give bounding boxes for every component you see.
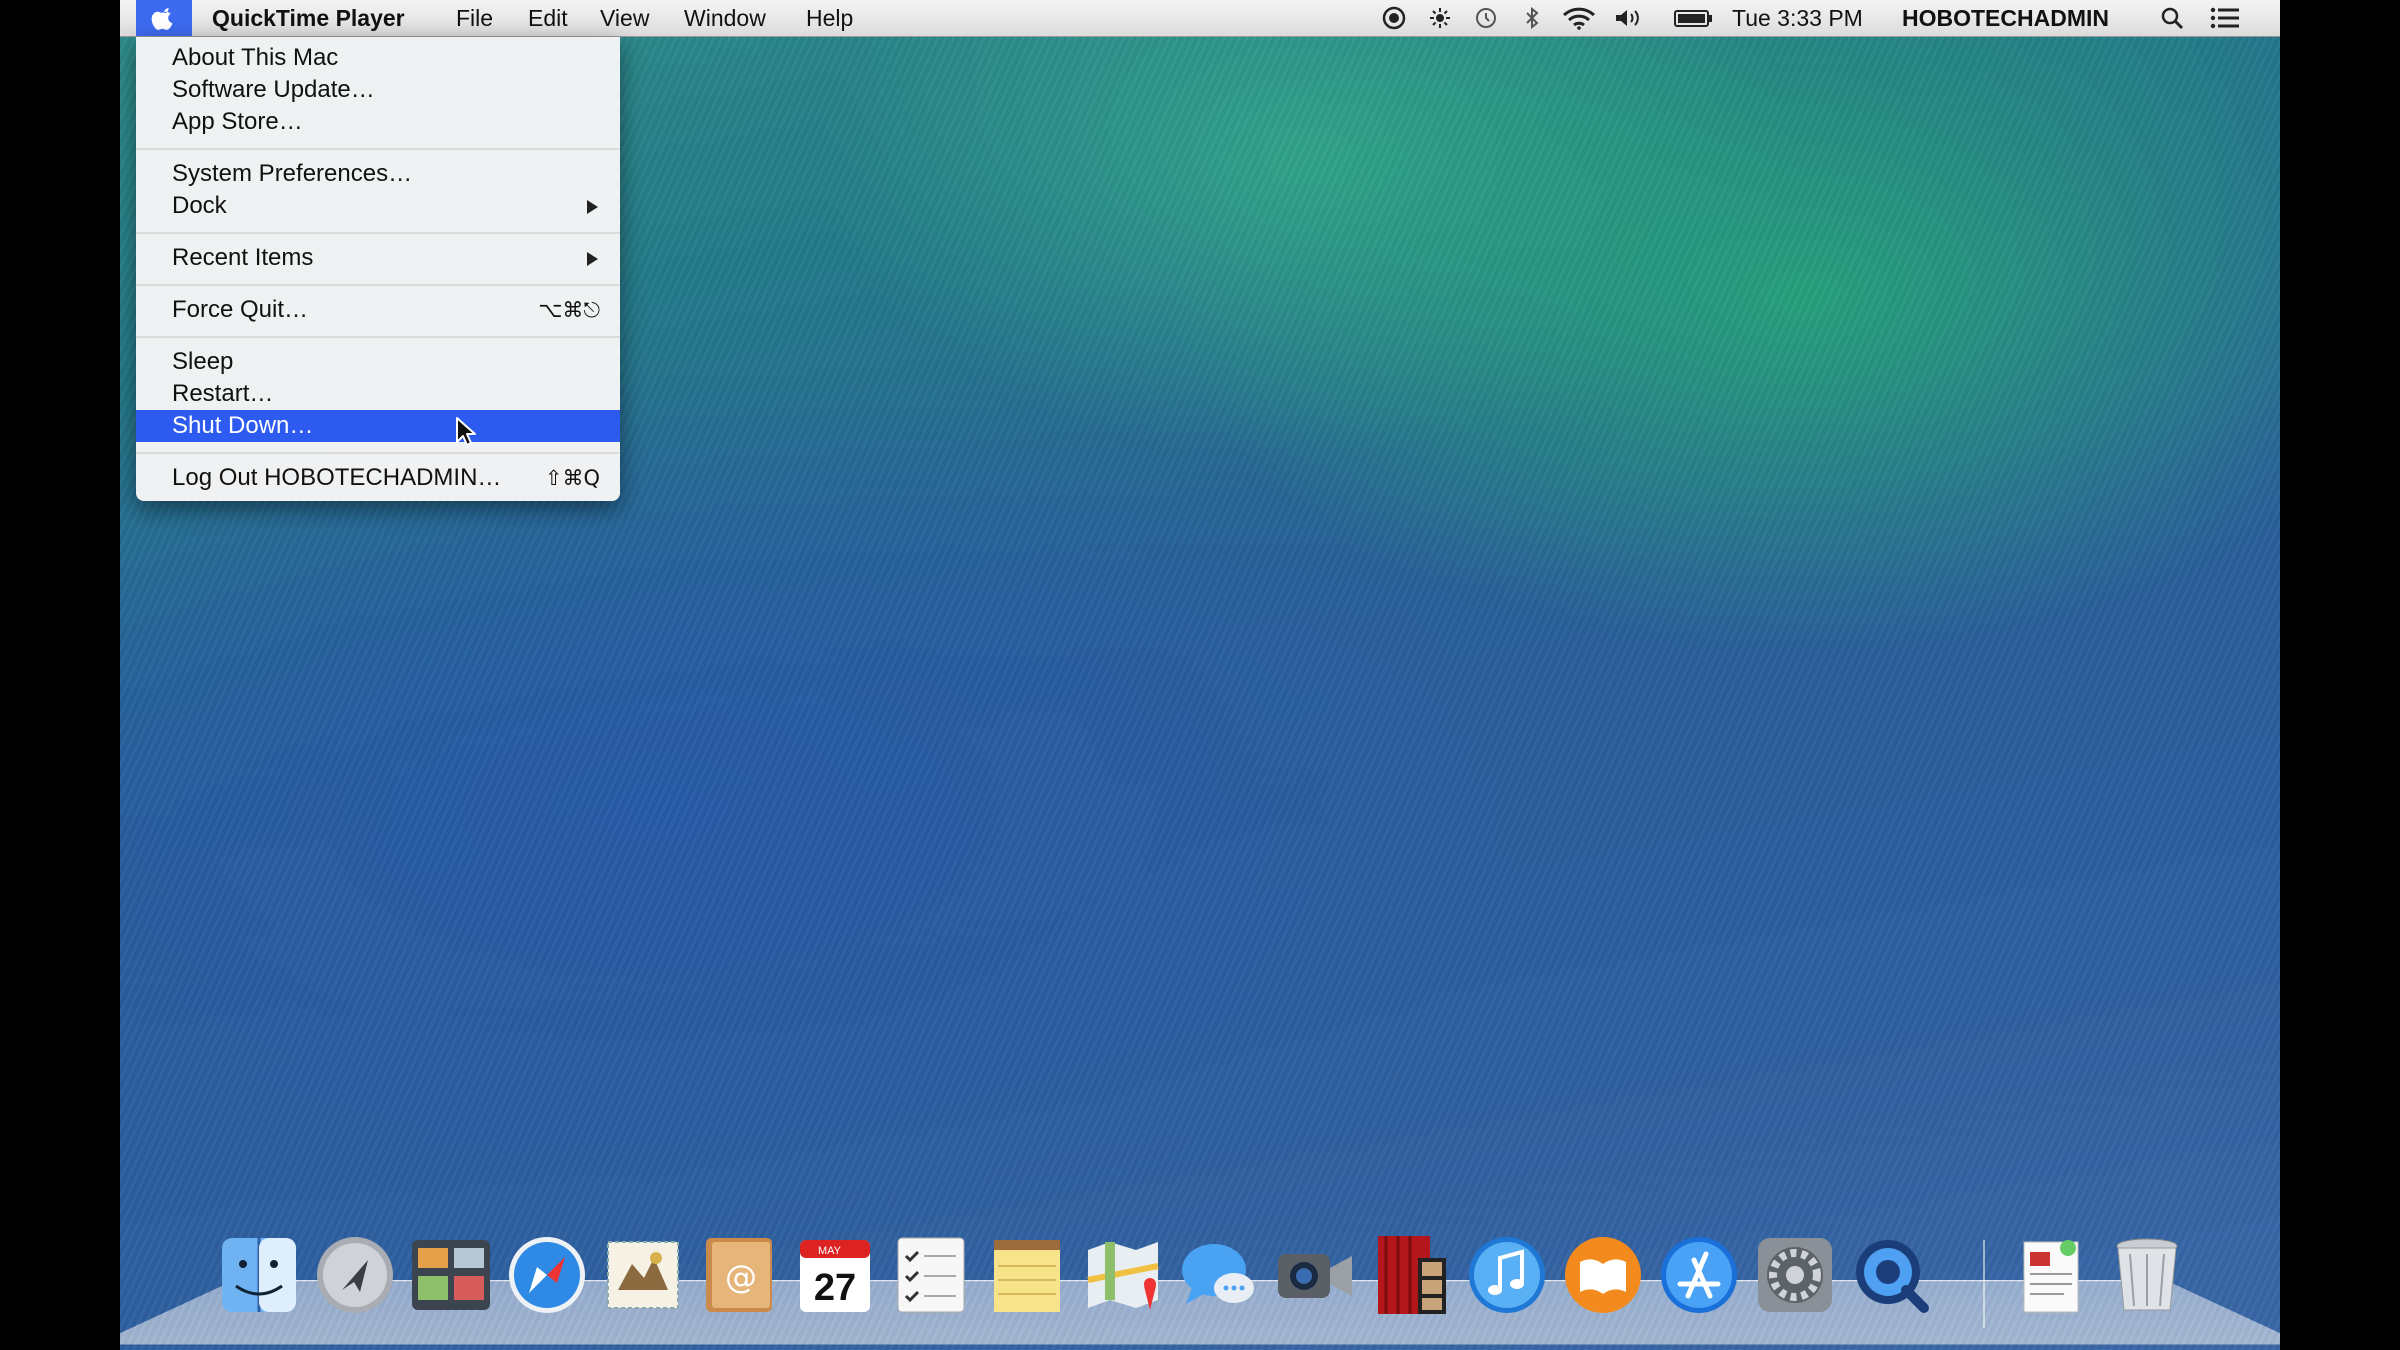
apple-menu-dropdown: About This Mac Software Update… App Stor… (136, 37, 620, 501)
app-name-menu[interactable]: QuickTime Player (212, 0, 405, 36)
menu-view[interactable]: View (600, 0, 649, 36)
menu-item-software-update[interactable]: Software Update… (136, 74, 620, 106)
notes-icon[interactable] (984, 1232, 1070, 1318)
brightness-icon[interactable] (1428, 6, 1452, 30)
contacts-icon[interactable]: @ (696, 1232, 782, 1318)
menu-item-sleep[interactable]: Sleep (136, 346, 620, 378)
reminders-icon[interactable] (888, 1232, 974, 1318)
screen-record-icon[interactable] (1382, 6, 1406, 30)
system-preferences-icon[interactable] (1752, 1232, 1838, 1318)
shortcut-force-quit: ⌥⌘⎋ (538, 298, 600, 322)
menu-item-system-preferences[interactable]: System Preferences… (136, 158, 620, 190)
shortcut-log-out: ⇧⌘Q (544, 466, 600, 490)
menu-window[interactable]: Window (684, 0, 766, 36)
battery-icon[interactable] (1674, 6, 1714, 30)
maps-icon[interactable] (1080, 1232, 1166, 1318)
menu-separator (136, 284, 620, 286)
documents-stack-icon[interactable] (2008, 1232, 2094, 1318)
safari-icon[interactable] (504, 1232, 590, 1318)
submenu-arrow-icon (587, 200, 598, 214)
spotlight-search-icon[interactable] (2160, 6, 2184, 30)
dock: @ MAY 27 (120, 1232, 2280, 1332)
mouse-cursor-icon (456, 417, 476, 446)
menubar-clock[interactable]: Tue 3:33 PM (1732, 0, 1863, 36)
messages-icon[interactable] (1176, 1232, 1262, 1318)
svg-text:@: @ (725, 1258, 757, 1296)
apple-menu[interactable] (136, 0, 192, 36)
menu-item-log-out[interactable]: Log Out HOBOTECHADMIN… ⇧⌘Q (136, 462, 620, 494)
mail-icon[interactable] (600, 1232, 686, 1318)
trash-icon[interactable] (2104, 1232, 2190, 1318)
menu-item-recent-items[interactable]: Recent Items (136, 242, 620, 274)
menu-file[interactable]: File (456, 0, 493, 36)
app-store-icon[interactable] (1656, 1232, 1742, 1318)
wifi-icon[interactable] (1562, 6, 1596, 30)
finder-icon[interactable] (216, 1232, 302, 1318)
menu-help[interactable]: Help (806, 0, 853, 36)
volume-icon[interactable] (1614, 6, 1644, 30)
submenu-arrow-icon (587, 252, 598, 266)
mission-control-icon[interactable] (408, 1232, 494, 1318)
menu-item-about-this-mac[interactable]: About This Mac (136, 42, 620, 74)
bluetooth-icon[interactable] (1520, 6, 1544, 30)
desktop[interactable]: QuickTime Player File Edit View Window H… (120, 0, 2280, 1350)
facetime-icon[interactable] (1272, 1232, 1358, 1318)
menu-separator (136, 452, 620, 454)
menu-item-force-quit[interactable]: Force Quit… ⌥⌘⎋ (136, 294, 620, 326)
menu-bar: QuickTime Player File Edit View Window H… (120, 0, 2280, 37)
menu-separator (136, 148, 620, 150)
time-machine-icon[interactable] (1474, 6, 1498, 30)
menu-item-dock[interactable]: Dock (136, 190, 620, 222)
notification-center-icon[interactable] (2210, 6, 2240, 30)
calendar-month-label: MAY (818, 1245, 842, 1257)
menu-item-shut-down[interactable]: Shut Down… (136, 410, 620, 442)
quicktime-icon[interactable] (1848, 1232, 1934, 1318)
ibooks-icon[interactable] (1560, 1232, 1646, 1318)
menu-separator (136, 336, 620, 338)
menu-item-restart[interactable]: Restart… (136, 378, 620, 410)
apple-logo-icon (151, 8, 173, 30)
calendar-day-label: 27 (814, 1267, 856, 1309)
user-account-menu[interactable]: HOBOTECHADMIN (1902, 0, 2109, 36)
calendar-icon[interactable]: MAY 27 (792, 1232, 878, 1318)
itunes-icon[interactable] (1464, 1232, 1550, 1318)
photo-booth-icon[interactable] (1368, 1232, 1454, 1318)
menu-item-app-store[interactable]: App Store… (136, 106, 620, 138)
launchpad-icon[interactable] (312, 1232, 398, 1318)
menu-edit[interactable]: Edit (528, 0, 568, 36)
menu-separator (136, 232, 620, 234)
